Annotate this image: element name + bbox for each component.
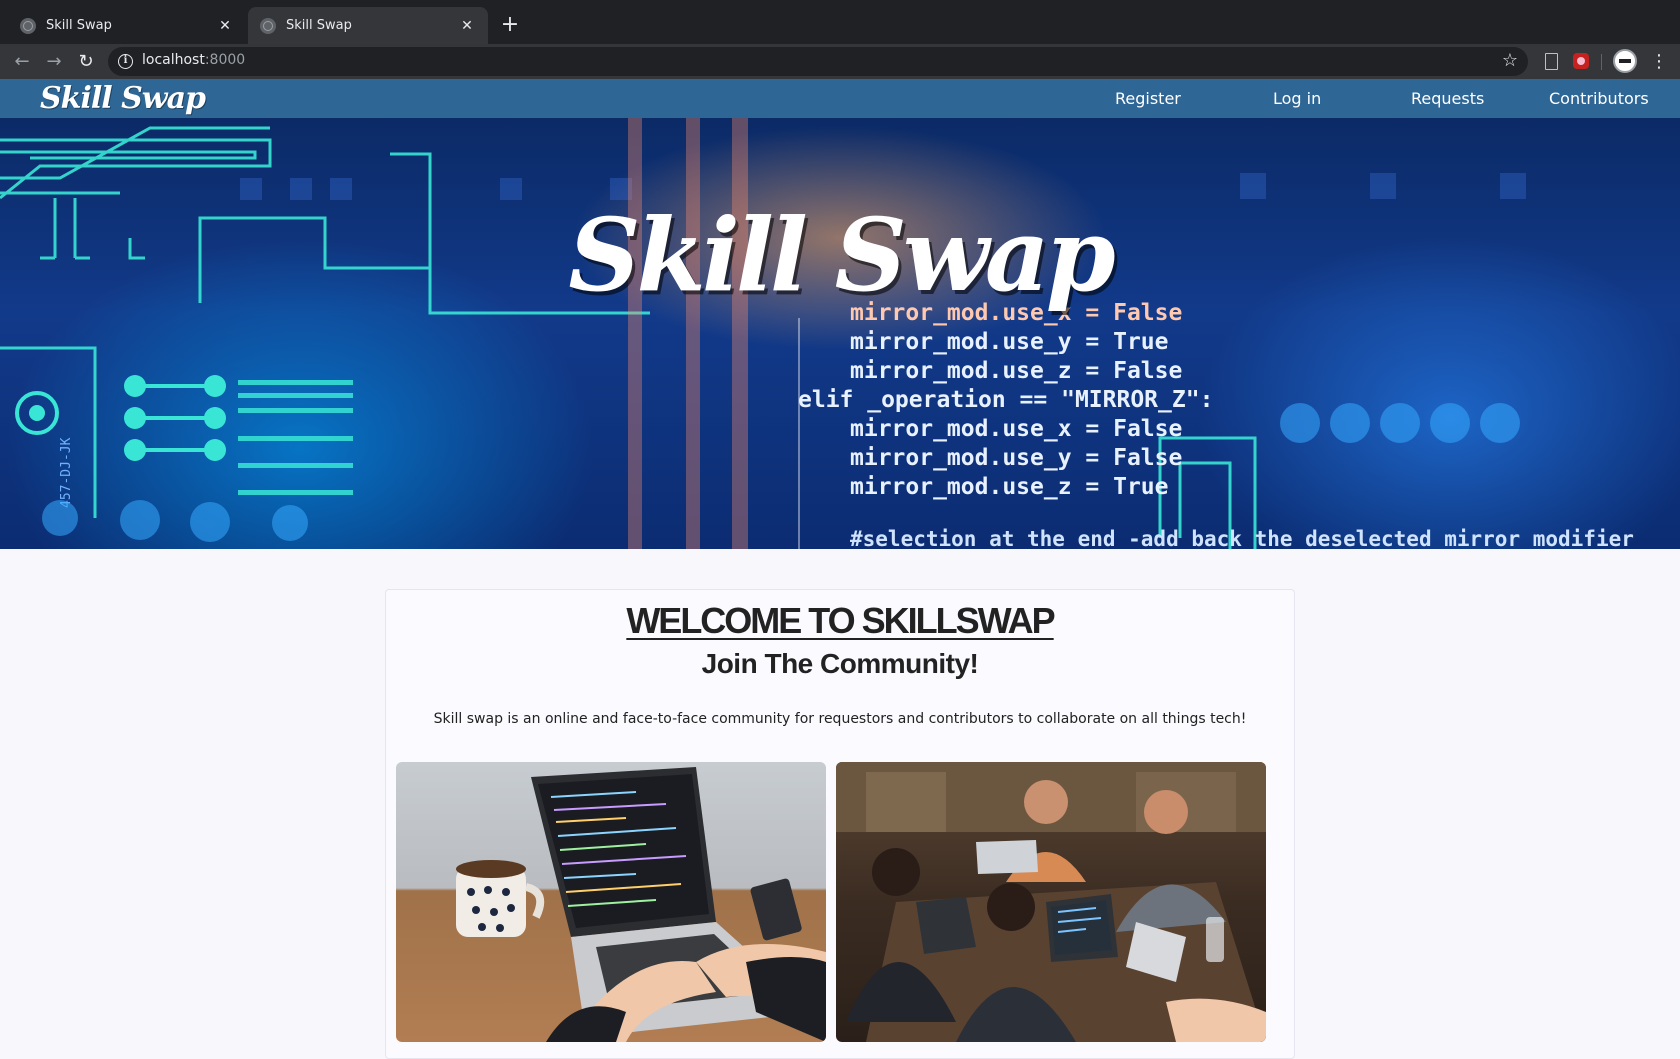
nav-link-register[interactable]: Register	[1115, 79, 1181, 118]
nav-link-contributors[interactable]: Contributors	[1549, 79, 1649, 118]
code-line: mirror_mod.use_z = False	[850, 358, 1182, 384]
code-line: mirror_mod.use_y = False	[850, 445, 1182, 471]
code-line: mirror_mod.use_x = False	[850, 416, 1182, 442]
code-line: mirror_mod.use_z = True	[850, 474, 1169, 500]
hero-background-art: 457-DJ-JK mirror_mod.use_x = False mirro…	[0, 118, 1634, 549]
reload-icon[interactable]: ↻	[72, 48, 100, 76]
arrow-right-icon[interactable]: →	[40, 48, 68, 76]
kebab-menu-icon[interactable]: ⋮	[1650, 48, 1668, 76]
site-navbar: Skill Swap Register Log in Requests Cont…	[0, 79, 1680, 118]
browser-tab-bar: Skill Swap ✕ Skill Swap ✕ +	[0, 0, 1680, 44]
document-icon[interactable]	[1540, 50, 1562, 72]
toolbar-divider	[1601, 54, 1602, 70]
browser-tab-active[interactable]: Skill Swap ✕	[248, 7, 488, 44]
code-line: elif _operation == "MIRROR_Z":	[798, 387, 1213, 413]
code-line: #selection at the end -add back the dese…	[850, 527, 1634, 549]
globe-icon	[20, 17, 36, 34]
nav-link-login[interactable]: Log in	[1273, 79, 1321, 118]
address-bar[interactable]: i localhost:8000 ☆	[108, 47, 1528, 76]
hero-banner: 457-DJ-JK mirror_mod.use_x = False mirro…	[0, 118, 1680, 549]
code-line: mirror_mod.use_y = True	[850, 329, 1169, 355]
browser-tab[interactable]: Skill Swap ✕	[8, 7, 246, 44]
star-icon[interactable]: ☆	[1502, 50, 1518, 71]
welcome-description: Skill swap is an online and face-to-face…	[433, 711, 1247, 727]
tab-title: Skill Swap	[46, 18, 112, 33]
globe-icon	[260, 17, 276, 34]
nav-link-requests[interactable]: Requests	[1411, 79, 1484, 118]
chip-label: 457-DJ-JK	[59, 437, 74, 508]
new-tab-button[interactable]: +	[496, 12, 524, 40]
url-host: localhost	[142, 52, 205, 68]
brand-logo[interactable]: Skill Swap	[40, 79, 206, 118]
profile-avatar[interactable]	[1613, 49, 1637, 73]
close-icon[interactable]: ✕	[458, 17, 476, 35]
url-text[interactable]: localhost:8000	[142, 52, 245, 68]
arrow-left-icon[interactable]: ←	[8, 48, 36, 76]
tab-title: Skill Swap	[286, 18, 352, 33]
team-collaboration-photo	[836, 762, 1266, 1042]
welcome-subheading: Join The Community!	[701, 648, 979, 679]
extension-icon[interactable]	[1570, 50, 1592, 72]
hero-title: Skill Swap	[568, 196, 1115, 314]
welcome-card: WELCOME TO SKILLSWAP Join The Community!…	[385, 589, 1295, 1059]
info-icon[interactable]: i	[118, 54, 133, 69]
laptop-coding-photo	[396, 762, 826, 1042]
browser-toolbar: ← → ↻ i localhost:8000 ☆ ⋮	[0, 44, 1680, 79]
close-icon[interactable]: ✕	[216, 17, 234, 35]
url-port: :8000	[204, 52, 246, 68]
welcome-heading: WELCOME TO SKILLSWAP	[626, 600, 1055, 641]
